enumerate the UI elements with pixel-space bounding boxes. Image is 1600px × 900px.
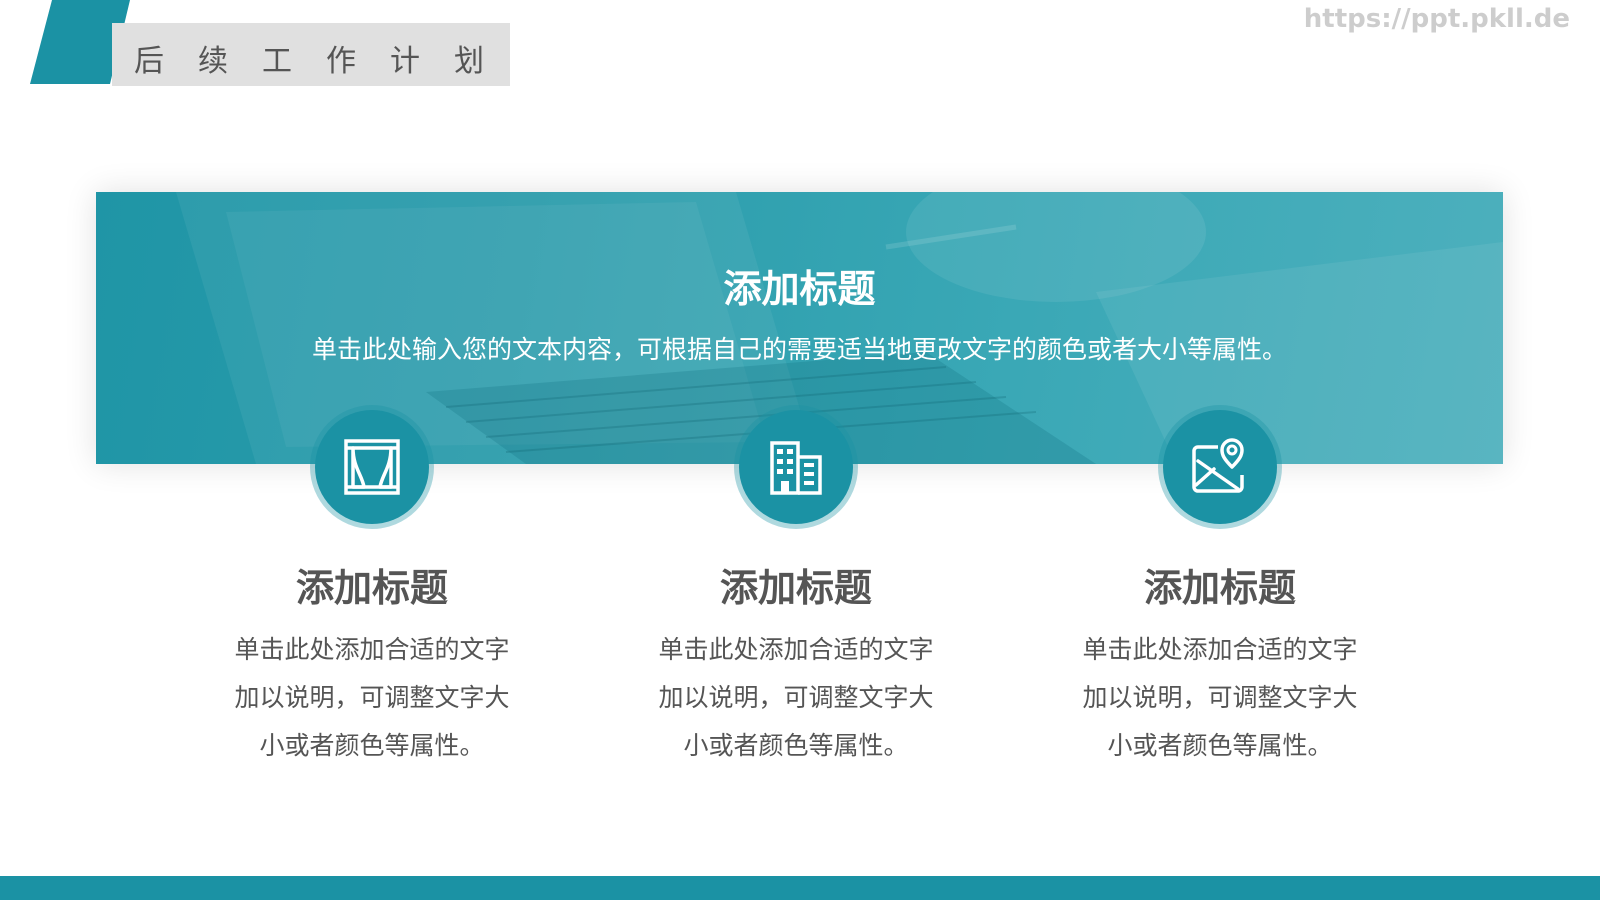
icon-badge xyxy=(310,405,434,529)
map-pin-icon xyxy=(1192,438,1244,493)
feature-column-1: 添加标题 单击此处添加合适的文字加以说明，可调整文字大小或者颜色等属性。 xyxy=(207,405,537,770)
column-title: 添加标题 xyxy=(719,566,872,610)
slide-title: 后续工作计划 xyxy=(134,44,518,79)
column-description: 单击此处添加合适的文字加以说明，可调整文字大小或者颜色等属性。 xyxy=(1082,635,1358,760)
icon-badge xyxy=(1158,405,1282,529)
watermark: https://ppt.pkll.de xyxy=(1303,4,1570,34)
feature-column-2: 添加标题 单击此处添加合适的文字加以说明，可调整文字大小或者颜色等属性。 xyxy=(631,405,961,770)
column-description: 单击此处添加合适的文字加以说明，可调整文字大小或者颜色等属性。 xyxy=(658,635,934,760)
banner-title: 添加标题 xyxy=(723,267,876,311)
bottom-accent-bar xyxy=(0,876,1600,900)
building-icon xyxy=(770,441,822,495)
column-title: 添加标题 xyxy=(295,566,448,610)
feature-column-3: 添加标题 单击此处添加合适的文字加以说明，可调整文字大小或者颜色等属性。 xyxy=(1055,405,1385,770)
curtain-icon xyxy=(344,439,400,495)
banner-description: 单击此处输入您的文本内容，可根据自己的需要适当地更改文字的颜色或者大小等属性。 xyxy=(311,335,1287,364)
column-description: 单击此处添加合适的文字加以说明，可调整文字大小或者颜色等属性。 xyxy=(234,635,510,760)
column-title: 添加标题 xyxy=(1143,566,1296,610)
icon-badge xyxy=(734,405,858,529)
